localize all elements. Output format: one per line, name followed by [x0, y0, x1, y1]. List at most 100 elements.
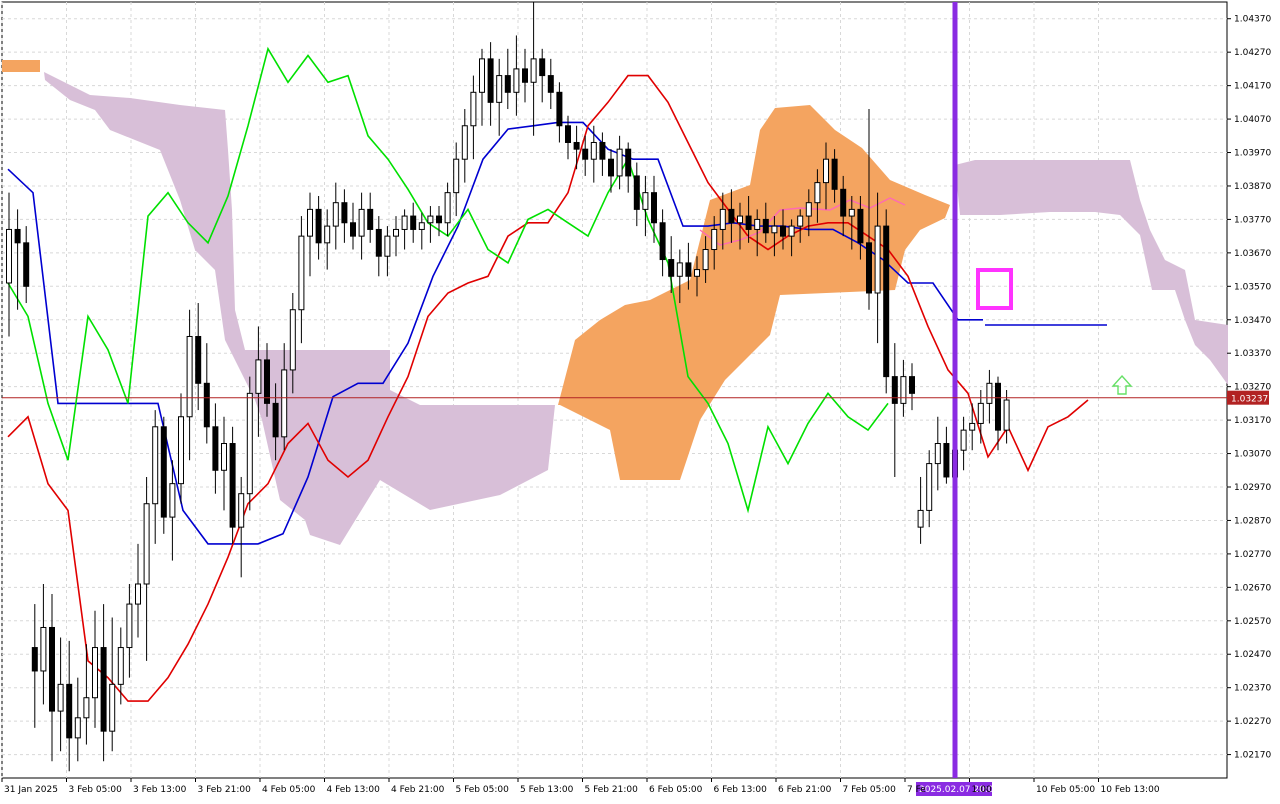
chart: 1.03237 2025.02.07 20:00 1.04370 1.04270 1.…	[0, 0, 1280, 800]
y-tick-label: 1.03470	[1234, 316, 1271, 326]
candle-body	[117, 647, 124, 685]
x-tick-label: 5 Feb 21:00	[585, 785, 639, 795]
candle-body	[384, 235, 391, 257]
candle-body	[780, 225, 786, 237]
x-tick-label: 6 Feb 05:00	[649, 785, 703, 795]
candle-body	[831, 158, 838, 190]
candle-body	[49, 626, 55, 712]
candle-body	[719, 208, 726, 230]
candle-body	[651, 192, 657, 224]
candle-body	[960, 429, 967, 451]
y-tick-label: 1.02670	[1234, 583, 1271, 593]
candle-body	[874, 225, 881, 294]
x-tick-label: 10 Feb 13:00	[1101, 785, 1160, 795]
candle-body	[788, 225, 795, 237]
candle-body	[857, 208, 864, 244]
candle-body	[891, 376, 898, 404]
candle-body	[539, 58, 546, 77]
candle-body	[203, 382, 210, 428]
candle-body	[556, 91, 563, 127]
x-tick-label: 4 Feb 05:00	[262, 785, 316, 795]
candle-body	[633, 175, 640, 210]
candle-body	[676, 262, 683, 277]
candle-body	[126, 603, 133, 649]
candle-body	[616, 148, 623, 177]
kumo-bull	[2, 60, 40, 72]
candle-body	[470, 91, 477, 127]
candle-body	[762, 218, 769, 234]
candle-body	[883, 225, 890, 378]
candle-body	[358, 208, 365, 237]
candle-body	[367, 208, 374, 230]
candle-body	[840, 188, 847, 217]
candle-body	[281, 369, 288, 438]
candle-body	[565, 125, 571, 143]
x-tick-label: 5 Feb 13:00	[520, 785, 574, 795]
y-tick-label: 1.02570	[1234, 617, 1271, 627]
y-tick-label: 1.03770	[1234, 215, 1271, 225]
candle-body	[410, 215, 417, 230]
candle-body	[436, 215, 442, 224]
y-tick-label: 1.03670	[1234, 249, 1271, 259]
y-tick-label: 1.03070	[1234, 450, 1271, 460]
y-tick-label: 1.03270	[1234, 383, 1271, 393]
x-tick-label: 1:00	[972, 785, 992, 795]
candle-body	[246, 392, 253, 495]
y-tick-label: 1.02870	[1234, 516, 1271, 526]
x-tick-label: 5 Feb 05:00	[456, 785, 510, 795]
y-tick-label: 1.03870	[1234, 182, 1271, 192]
candle-body	[332, 202, 339, 227]
candle-body	[14, 228, 21, 244]
y-axis: 1.04370 1.04270 1.04170 1.04070 1.03970 1.038…	[1227, 15, 1271, 761]
candle-body	[6, 228, 12, 284]
candle-body	[444, 192, 451, 224]
candle-body	[315, 208, 322, 244]
y-tick-label: 1.03170	[1234, 416, 1271, 426]
current-price-label: 1.03237	[1231, 395, 1268, 405]
y-tick-label: 1.02270	[1234, 717, 1271, 727]
candle-body	[685, 262, 692, 277]
candle-body	[160, 426, 167, 518]
candle-body	[513, 68, 520, 93]
candle-body	[934, 443, 941, 465]
candle-body	[771, 225, 778, 234]
x-tick-label: 7 Feb 05:00	[843, 785, 897, 795]
x-tick-label: 3 Feb 21:00	[198, 785, 252, 795]
y-tick-label: 1.02770	[1234, 550, 1271, 560]
candle-body	[74, 717, 81, 739]
candle-body	[427, 215, 434, 224]
candle-body	[479, 58, 485, 93]
candle-body	[350, 222, 356, 237]
candle-body	[504, 75, 511, 93]
y-tick-label: 1.02170	[1234, 751, 1271, 761]
candle-body	[66, 683, 73, 739]
candle-body	[195, 335, 202, 384]
x-tick-label: 4 Feb 13:00	[327, 785, 381, 795]
candle-body	[926, 463, 933, 511]
x-tick-label: 10 Feb 05:00	[1036, 785, 1095, 795]
candle-body	[969, 422, 976, 431]
candle-body	[375, 228, 382, 257]
candle-body	[917, 509, 924, 528]
candle-body	[900, 376, 907, 404]
candle-body	[143, 503, 150, 585]
candle-body	[23, 242, 30, 287]
y-tick-label: 1.03370	[1234, 349, 1271, 359]
candle-body	[711, 228, 718, 251]
y-tick-label: 1.04070	[1234, 115, 1271, 125]
candle-body	[453, 158, 460, 194]
candle-body	[135, 583, 141, 605]
candle-body	[487, 58, 494, 103]
candle-body	[401, 215, 408, 230]
candle-body	[92, 647, 98, 699]
x-tick-label: 31 Jan 2025	[4, 785, 58, 795]
ichimoku-cloud	[2, 60, 1228, 545]
candle-body	[805, 202, 812, 217]
x-tick-label: 6 Feb 21:00	[778, 785, 832, 795]
candle-body	[814, 182, 821, 204]
candle-body	[977, 402, 984, 424]
candle-body	[40, 626, 47, 672]
candle-body	[642, 192, 649, 210]
candle-body	[221, 443, 227, 471]
candle-body	[728, 208, 735, 224]
